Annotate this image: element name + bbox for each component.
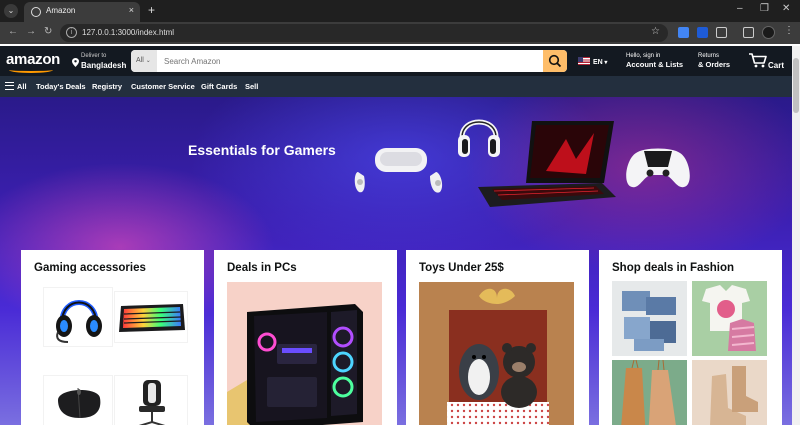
gaming-pc-image[interactable] xyxy=(227,282,382,425)
reload-icon[interactable]: ↻ xyxy=(44,26,52,37)
cart-button[interactable]: Cart xyxy=(748,52,788,72)
site-info-icon[interactable]: i xyxy=(66,27,77,38)
account-greeting: Hello, sign in xyxy=(626,53,661,59)
tab-title: Amazon xyxy=(46,6,76,15)
hamburger-menu-icon[interactable] xyxy=(5,82,14,90)
window-close-icon[interactable]: ✕ xyxy=(782,3,790,14)
forward-icon[interactable]: → xyxy=(26,26,36,37)
card-title: Shop deals in Fashion xyxy=(612,262,735,274)
search-category-select[interactable]: All ⌄ xyxy=(131,50,157,72)
nav-all[interactable]: All xyxy=(17,82,27,91)
us-flag-icon xyxy=(578,57,590,65)
cart-icon xyxy=(749,53,767,68)
puzzle-extensions-icon[interactable] xyxy=(716,27,727,38)
language-selector[interactable]: EN ▾ xyxy=(578,57,607,66)
dresses-image[interactable] xyxy=(612,359,687,425)
profile-avatar[interactable] xyxy=(762,26,775,39)
account-menu[interactable]: Hello, sign in Account & Lists xyxy=(626,53,683,69)
search-icon xyxy=(548,54,562,68)
gaming-mouse-image[interactable] xyxy=(43,375,113,425)
address-bar[interactable]: i 127.0.0.1:3000/index.html ☆ xyxy=(60,24,668,42)
plush-toys-image[interactable] xyxy=(419,282,574,425)
search-category-label: All xyxy=(136,57,144,64)
rgb-keyboard-image[interactable] xyxy=(114,291,188,343)
nav-customer-service[interactable]: Customer Service xyxy=(131,82,195,91)
chevron-down-icon: ⌄ xyxy=(145,58,151,64)
browser-toolbar: ← → ↻ i 127.0.0.1:3000/index.html ☆ ⋮ xyxy=(0,22,800,44)
language-label: EN xyxy=(593,59,603,66)
nav-todays-deals[interactable]: Today's Deals xyxy=(36,82,86,91)
location-pin-icon xyxy=(72,58,79,67)
translate-extension-icon[interactable] xyxy=(678,27,689,38)
account-lists-label: Account & Lists xyxy=(626,60,684,69)
hero-title: Essentials for Gamers xyxy=(188,142,336,158)
deliver-country: Bangladesh xyxy=(81,61,127,70)
search-input[interactable] xyxy=(158,50,543,72)
back-icon[interactable]: ← xyxy=(8,26,18,37)
game-controller-image xyxy=(626,148,690,188)
search-button[interactable] xyxy=(543,50,567,72)
side-panel-icon[interactable] xyxy=(743,27,754,38)
nav-sell[interactable]: Sell xyxy=(245,82,258,91)
cart-label: Cart xyxy=(768,61,785,70)
card-fashion-deals[interactable]: Shop deals in Fashion xyxy=(599,250,782,425)
jeans-image[interactable] xyxy=(612,281,687,356)
tab-close-button[interactable]: × xyxy=(129,5,134,15)
hero-banner[interactable]: Essentials for Gamers Gaming accessories… xyxy=(0,97,792,425)
url-text[interactable]: 127.0.0.1:3000/index.html xyxy=(82,28,174,37)
tab-search-button[interactable]: ⌄ xyxy=(4,4,18,18)
browser-tab[interactable]: Amazon × xyxy=(24,2,140,22)
amazon-logo[interactable]: amazon xyxy=(6,51,60,68)
search-bar: All ⌄ xyxy=(131,50,567,72)
restore-icon[interactable]: ❐ xyxy=(760,3,769,14)
browser-menu-icon[interactable]: ⋮ xyxy=(784,25,794,36)
logo-smile-icon xyxy=(9,67,53,73)
nav-gift-cards[interactable]: Gift Cards xyxy=(201,82,237,91)
gaming-laptop-image xyxy=(478,121,616,207)
gaming-chair-image[interactable] xyxy=(114,375,188,425)
card-title: Toys Under 25$ xyxy=(419,262,504,274)
scrollbar-thumb[interactable] xyxy=(793,58,799,113)
card-toys-under-25[interactable]: Toys Under 25$ xyxy=(406,250,589,425)
globe-icon xyxy=(31,7,41,17)
vr-headset-image xyxy=(354,148,443,193)
tops-image[interactable] xyxy=(692,281,767,356)
extension-icon[interactable] xyxy=(697,27,708,38)
gaming-headset-image[interactable] xyxy=(43,287,113,347)
card-deals-in-pcs[interactable]: Deals in PCs xyxy=(214,250,397,425)
orders-label: & Orders xyxy=(698,60,731,69)
minimize-icon[interactable]: – xyxy=(737,3,743,14)
card-title: Deals in PCs xyxy=(227,262,297,274)
browser-tab-bar: ⌄ Amazon × + – ❐ ✕ xyxy=(0,0,800,22)
deliver-to-label: Deliver to xyxy=(81,53,107,59)
site-header: amazon Deliver to Bangladesh All ⌄ EN ▾ … xyxy=(0,46,792,76)
nav-registry[interactable]: Registry xyxy=(92,82,122,91)
returns-orders-link[interactable]: Returns & Orders xyxy=(698,53,730,69)
boots-image[interactable] xyxy=(692,360,767,425)
new-tab-button[interactable]: + xyxy=(148,3,155,17)
card-gaming-accessories[interactable]: Gaming accessories xyxy=(21,250,204,425)
caret-down-icon: ▾ xyxy=(602,60,608,66)
bookmark-star-icon[interactable]: ☆ xyxy=(651,26,660,37)
returns-label: Returns xyxy=(698,53,720,59)
sub-navigation: All Today's Deals Registry Customer Serv… xyxy=(0,76,792,97)
card-title: Gaming accessories xyxy=(34,262,146,274)
page-scrollbar[interactable] xyxy=(792,46,800,425)
